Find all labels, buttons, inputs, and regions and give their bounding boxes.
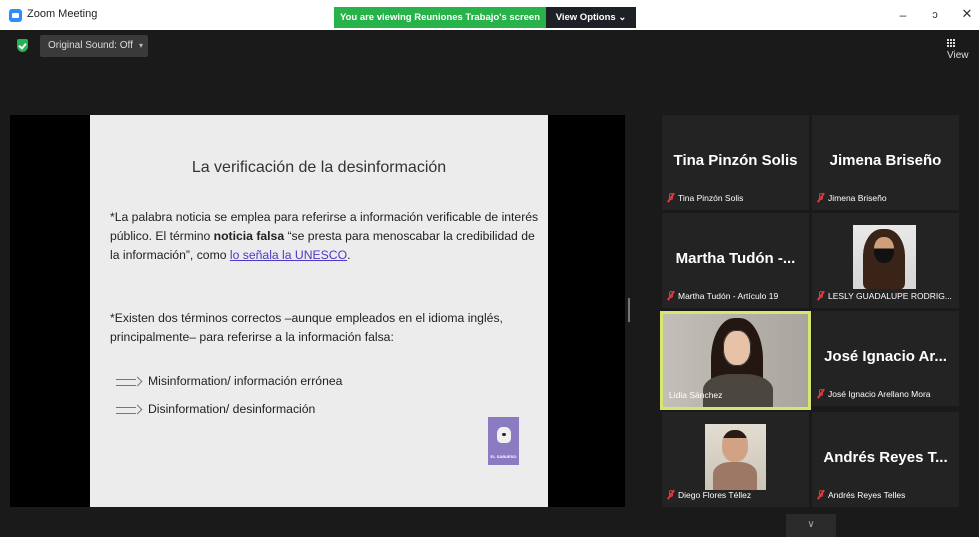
slide-bullet: Misinformation/ información errónea [116, 374, 342, 388]
bullet-text: Misinformation/ información errónea [148, 374, 343, 388]
window-title: Zoom Meeting [27, 8, 98, 20]
participant-display-name: Tina Pinzón Solis [673, 152, 798, 169]
slide-bullet: Disinformation/ desinformación [116, 402, 315, 416]
title-bar: Zoom Meeting You are viewing Reuniones T… [0, 0, 979, 30]
para1-text-3: . [347, 248, 351, 262]
participant-name: José Ignacio Arellano Mora [828, 389, 931, 399]
active-speaker-tile[interactable]: Lidia Sánchez [660, 311, 811, 410]
participant-tile[interactable]: Jimena Briseño Jimena Briseño [812, 115, 959, 210]
participant-display-name: Jimena Briseño [829, 152, 942, 169]
para1-bold: noticia falsa [213, 229, 285, 243]
participant-name: Diego Flores Téllez [678, 490, 752, 500]
participant-tile[interactable]: Tina Pinzón Solis Tina Pinzón Solis [662, 115, 809, 210]
minimize-button[interactable]: – [893, 6, 913, 24]
view-options-button[interactable]: View Options ⌄ [546, 7, 636, 28]
mic-muted-icon [668, 490, 674, 499]
slide-paragraph-2: *Existen dos términos correctos –aunque … [110, 311, 503, 344]
participant-caption: LESLY GUADALUPE RODRIG... [818, 291, 952, 301]
view-button[interactable]: View [947, 39, 979, 61]
meeting-toolbar: Original Sound: Off ▾ View [0, 30, 979, 64]
presentation-slide: La verificación de la desinformación *La… [90, 115, 548, 507]
mic-muted-icon [668, 291, 674, 300]
share-banner: You are viewing Reuniones Trabajo's scre… [334, 7, 636, 28]
mic-muted-icon [668, 193, 674, 202]
participant-video [705, 424, 766, 490]
arrow-right-icon [116, 406, 142, 414]
participant-tile[interactable]: Andrés Reyes T... Andrés Reyes Telles [812, 412, 959, 507]
participant-caption: Diego Flores Téllez [668, 490, 751, 500]
original-sound-button[interactable]: Original Sound: Off [40, 35, 141, 57]
logo-text: EL SABUESO [490, 454, 517, 459]
participant-caption: Lidia Sánchez [669, 390, 722, 400]
slide-paragraph-1: *La palabra noticia se emplea para refer… [110, 208, 540, 265]
mic-muted-icon [818, 291, 824, 300]
participant-name: Martha Tudón - Artículo 19 [678, 291, 779, 301]
participant-tile[interactable]: LESLY GUADALUPE RODRIG... [812, 213, 959, 308]
mic-muted-icon [818, 490, 824, 499]
participant-display-name: Andrés Reyes T... [823, 449, 948, 466]
mic-muted-icon [818, 389, 824, 398]
participant-tile[interactable]: Diego Flores Téllez [662, 412, 809, 507]
close-button[interactable]: ✕ [957, 6, 977, 24]
participant-name: Lidia Sánchez [669, 390, 723, 400]
arrow-right-icon [116, 378, 142, 386]
mic-muted-icon [818, 193, 824, 202]
maximize-button[interactable]: ɔ [925, 6, 945, 24]
sound-dropdown-button[interactable]: ▾ [134, 35, 148, 57]
grid-icon [947, 39, 956, 47]
view-label: View [947, 50, 969, 61]
zoom-logo-icon [9, 9, 22, 22]
participant-caption: Andrés Reyes Telles [818, 490, 905, 500]
participant-name: Jimena Briseño [828, 193, 887, 203]
participant-caption: José Ignacio Arellano Mora [818, 389, 931, 399]
sabueso-logo: EL SABUESO [488, 417, 519, 465]
chevron-down-icon[interactable]: ∨ [786, 514, 836, 537]
shield-icon[interactable] [17, 39, 28, 52]
participant-caption: Jimena Briseño [818, 193, 887, 203]
participant-display-name: José Ignacio Ar... [824, 348, 947, 365]
participant-display-name: Martha Tudón -... [675, 250, 796, 267]
participant-caption: Martha Tudón - Artículo 19 [668, 291, 778, 301]
share-banner-text: You are viewing Reuniones Trabajo's scre… [334, 7, 546, 28]
participant-tile[interactable]: Martha Tudón -... Martha Tudón - Artícul… [662, 213, 809, 308]
slide-title: La verificación de la desinformación [191, 159, 447, 176]
unesco-link[interactable]: lo señala la UNESCO [230, 248, 347, 262]
participant-name: Andrés Reyes Telles [828, 490, 906, 500]
participant-video [853, 225, 916, 289]
participant-caption: Tina Pinzón Solis [668, 193, 743, 203]
participant-name: Tina Pinzón Solis [678, 193, 744, 203]
participant-tile[interactable]: José Ignacio Ar... José Ignacio Arellano… [812, 311, 959, 406]
panel-splitter[interactable] [628, 298, 630, 322]
participant-name: LESLY GUADALUPE RODRIG... [828, 291, 952, 301]
bullet-text: Disinformation/ desinformación [148, 402, 316, 416]
